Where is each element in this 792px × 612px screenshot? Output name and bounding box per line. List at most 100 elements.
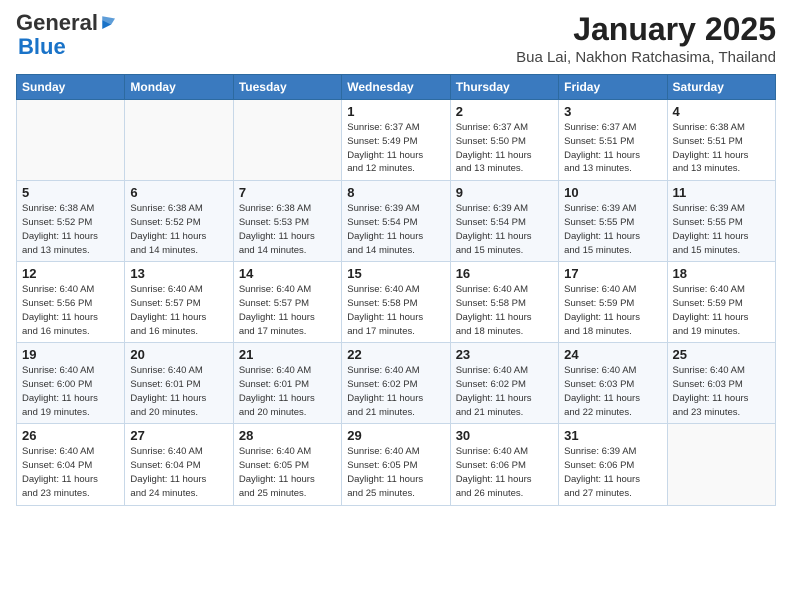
day-number: 18	[673, 266, 770, 281]
day-info: Sunrise: 6:39 AM Sunset: 5:55 PM Dayligh…	[673, 202, 770, 257]
calendar-cell: 14 Sunrise: 6:40 AM Sunset: 5:57 PM Dayli…	[233, 262, 341, 343]
day-info: Sunrise: 6:40 AM Sunset: 5:57 PM Dayligh…	[239, 283, 336, 338]
day-number: 6	[130, 185, 227, 200]
logo-general: General	[16, 12, 98, 34]
calendar-cell: 2 Sunrise: 6:37 AM Sunset: 5:50 PM Daylig…	[450, 100, 558, 181]
day-info: Sunrise: 6:40 AM Sunset: 6:02 PM Dayligh…	[347, 364, 444, 419]
calendar-cell: 21 Sunrise: 6:40 AM Sunset: 6:01 PM Dayli…	[233, 343, 341, 424]
day-number: 7	[239, 185, 336, 200]
calendar-cell	[125, 100, 233, 181]
week-row-5: 26 Sunrise: 6:40 AM Sunset: 6:04 PM Dayli…	[17, 424, 776, 505]
logo: General Blue	[16, 12, 118, 60]
calendar-cell: 6 Sunrise: 6:38 AM Sunset: 5:52 PM Daylig…	[125, 181, 233, 262]
calendar-cell: 25 Sunrise: 6:40 AM Sunset: 6:03 PM Dayli…	[667, 343, 775, 424]
calendar-cell: 9Sunrise: 6:39 AM Sunset: 5:54 PM Daylig…	[450, 181, 558, 262]
day-info: Sunrise: 6:40 AM Sunset: 6:06 PM Dayligh…	[456, 445, 553, 500]
week-row-4: 19Sunrise: 6:40 AM Sunset: 6:00 PM Dayli…	[17, 343, 776, 424]
calendar-cell: 19Sunrise: 6:40 AM Sunset: 6:00 PM Dayli…	[17, 343, 125, 424]
calendar-cell	[233, 100, 341, 181]
day-info: Sunrise: 6:39 AM Sunset: 6:06 PM Dayligh…	[564, 445, 661, 500]
day-info: Sunrise: 6:37 AM Sunset: 5:49 PM Dayligh…	[347, 121, 444, 176]
logo-text: General	[16, 12, 118, 34]
day-info: Sunrise: 6:38 AM Sunset: 5:51 PM Dayligh…	[673, 121, 770, 176]
day-number: 16	[456, 266, 553, 281]
calendar-cell	[667, 424, 775, 505]
day-number: 24	[564, 347, 661, 362]
day-number: 1	[347, 104, 444, 119]
day-info: Sunrise: 6:40 AM Sunset: 6:03 PM Dayligh…	[673, 364, 770, 419]
day-header-saturday: Saturday	[667, 75, 775, 100]
logo-blue: Blue	[18, 34, 66, 59]
logo-flag-icon	[100, 14, 118, 32]
day-number: 29	[347, 428, 444, 443]
day-number: 11	[673, 185, 770, 200]
day-info: Sunrise: 6:37 AM Sunset: 5:50 PM Dayligh…	[456, 121, 553, 176]
week-row-2: 5Sunrise: 6:38 AM Sunset: 5:52 PM Daylig…	[17, 181, 776, 262]
day-number: 13	[130, 266, 227, 281]
calendar-cell: 31Sunrise: 6:39 AM Sunset: 6:06 PM Dayli…	[559, 424, 667, 505]
calendar-cell: 28Sunrise: 6:40 AM Sunset: 6:05 PM Dayli…	[233, 424, 341, 505]
day-number: 17	[564, 266, 661, 281]
week-row-1: 1 Sunrise: 6:37 AM Sunset: 5:49 PM Daylig…	[17, 100, 776, 181]
day-info: Sunrise: 6:40 AM Sunset: 6:03 PM Dayligh…	[564, 364, 661, 419]
calendar-cell: 20 Sunrise: 6:40 AM Sunset: 6:01 PM Dayli…	[125, 343, 233, 424]
day-info: Sunrise: 6:40 AM Sunset: 6:02 PM Dayligh…	[456, 364, 553, 419]
day-number: 26	[22, 428, 119, 443]
day-info: Sunrise: 6:40 AM Sunset: 6:01 PM Dayligh…	[239, 364, 336, 419]
calendar-cell: 17Sunrise: 6:40 AM Sunset: 5:59 PM Dayli…	[559, 262, 667, 343]
calendar-cell: 12Sunrise: 6:40 AM Sunset: 5:56 PM Dayli…	[17, 262, 125, 343]
day-number: 14	[239, 266, 336, 281]
title-block: January 2025 Bua Lai, Nakhon Ratchasima,…	[516, 12, 776, 66]
day-info: Sunrise: 6:40 AM Sunset: 5:58 PM Dayligh…	[456, 283, 553, 338]
calendar-cell: 5Sunrise: 6:38 AM Sunset: 5:52 PM Daylig…	[17, 181, 125, 262]
day-info: Sunrise: 6:40 AM Sunset: 5:57 PM Dayligh…	[130, 283, 227, 338]
day-number: 21	[239, 347, 336, 362]
day-number: 3	[564, 104, 661, 119]
calendar-cell: 18Sunrise: 6:40 AM Sunset: 5:59 PM Dayli…	[667, 262, 775, 343]
calendar-cell: 7 Sunrise: 6:38 AM Sunset: 5:53 PM Daylig…	[233, 181, 341, 262]
day-number: 28	[239, 428, 336, 443]
day-info: Sunrise: 6:38 AM Sunset: 5:52 PM Dayligh…	[22, 202, 119, 257]
calendar-cell: 4 Sunrise: 6:38 AM Sunset: 5:51 PM Daylig…	[667, 100, 775, 181]
calendar-cell: 22 Sunrise: 6:40 AM Sunset: 6:02 PM Dayli…	[342, 343, 450, 424]
page: General Blue January 2025 Bua Lai, Nakho…	[0, 0, 792, 612]
day-number: 27	[130, 428, 227, 443]
day-number: 25	[673, 347, 770, 362]
day-header-thursday: Thursday	[450, 75, 558, 100]
month-title: January 2025	[516, 12, 776, 47]
day-header-wednesday: Wednesday	[342, 75, 450, 100]
calendar-cell: 15Sunrise: 6:40 AM Sunset: 5:58 PM Dayli…	[342, 262, 450, 343]
day-number: 20	[130, 347, 227, 362]
calendar-cell: 11 Sunrise: 6:39 AM Sunset: 5:55 PM Dayli…	[667, 181, 775, 262]
day-info: Sunrise: 6:39 AM Sunset: 5:54 PM Dayligh…	[347, 202, 444, 257]
day-number: 9	[456, 185, 553, 200]
calendar-cell: 10Sunrise: 6:39 AM Sunset: 5:55 PM Dayli…	[559, 181, 667, 262]
calendar-cell: 24 Sunrise: 6:40 AM Sunset: 6:03 PM Dayli…	[559, 343, 667, 424]
location-title: Bua Lai, Nakhon Ratchasima, Thailand	[516, 49, 776, 66]
day-info: Sunrise: 6:40 AM Sunset: 6:01 PM Dayligh…	[130, 364, 227, 419]
day-number: 12	[22, 266, 119, 281]
calendar-cell: 29 Sunrise: 6:40 AM Sunset: 6:05 PM Dayli…	[342, 424, 450, 505]
day-header-friday: Friday	[559, 75, 667, 100]
day-number: 2	[456, 104, 553, 119]
calendar-table: SundayMondayTuesdayWednesdayThursdayFrid…	[16, 74, 776, 505]
calendar-cell: 3 Sunrise: 6:37 AM Sunset: 5:51 PM Daylig…	[559, 100, 667, 181]
day-info: Sunrise: 6:40 AM Sunset: 5:58 PM Dayligh…	[347, 283, 444, 338]
header: General Blue January 2025 Bua Lai, Nakho…	[16, 12, 776, 66]
day-info: Sunrise: 6:39 AM Sunset: 5:55 PM Dayligh…	[564, 202, 661, 257]
week-row-3: 12Sunrise: 6:40 AM Sunset: 5:56 PM Dayli…	[17, 262, 776, 343]
calendar-cell: 27 Sunrise: 6:40 AM Sunset: 6:04 PM Dayli…	[125, 424, 233, 505]
day-number: 4	[673, 104, 770, 119]
calendar-cell: 26Sunrise: 6:40 AM Sunset: 6:04 PM Dayli…	[17, 424, 125, 505]
day-header-monday: Monday	[125, 75, 233, 100]
day-number: 23	[456, 347, 553, 362]
day-info: Sunrise: 6:38 AM Sunset: 5:53 PM Dayligh…	[239, 202, 336, 257]
day-info: Sunrise: 6:38 AM Sunset: 5:52 PM Dayligh…	[130, 202, 227, 257]
day-info: Sunrise: 6:40 AM Sunset: 6:05 PM Dayligh…	[347, 445, 444, 500]
calendar-cell: 30Sunrise: 6:40 AM Sunset: 6:06 PM Dayli…	[450, 424, 558, 505]
day-info: Sunrise: 6:37 AM Sunset: 5:51 PM Dayligh…	[564, 121, 661, 176]
calendar-cell	[17, 100, 125, 181]
day-number: 22	[347, 347, 444, 362]
day-header-sunday: Sunday	[17, 75, 125, 100]
day-info: Sunrise: 6:40 AM Sunset: 6:04 PM Dayligh…	[130, 445, 227, 500]
